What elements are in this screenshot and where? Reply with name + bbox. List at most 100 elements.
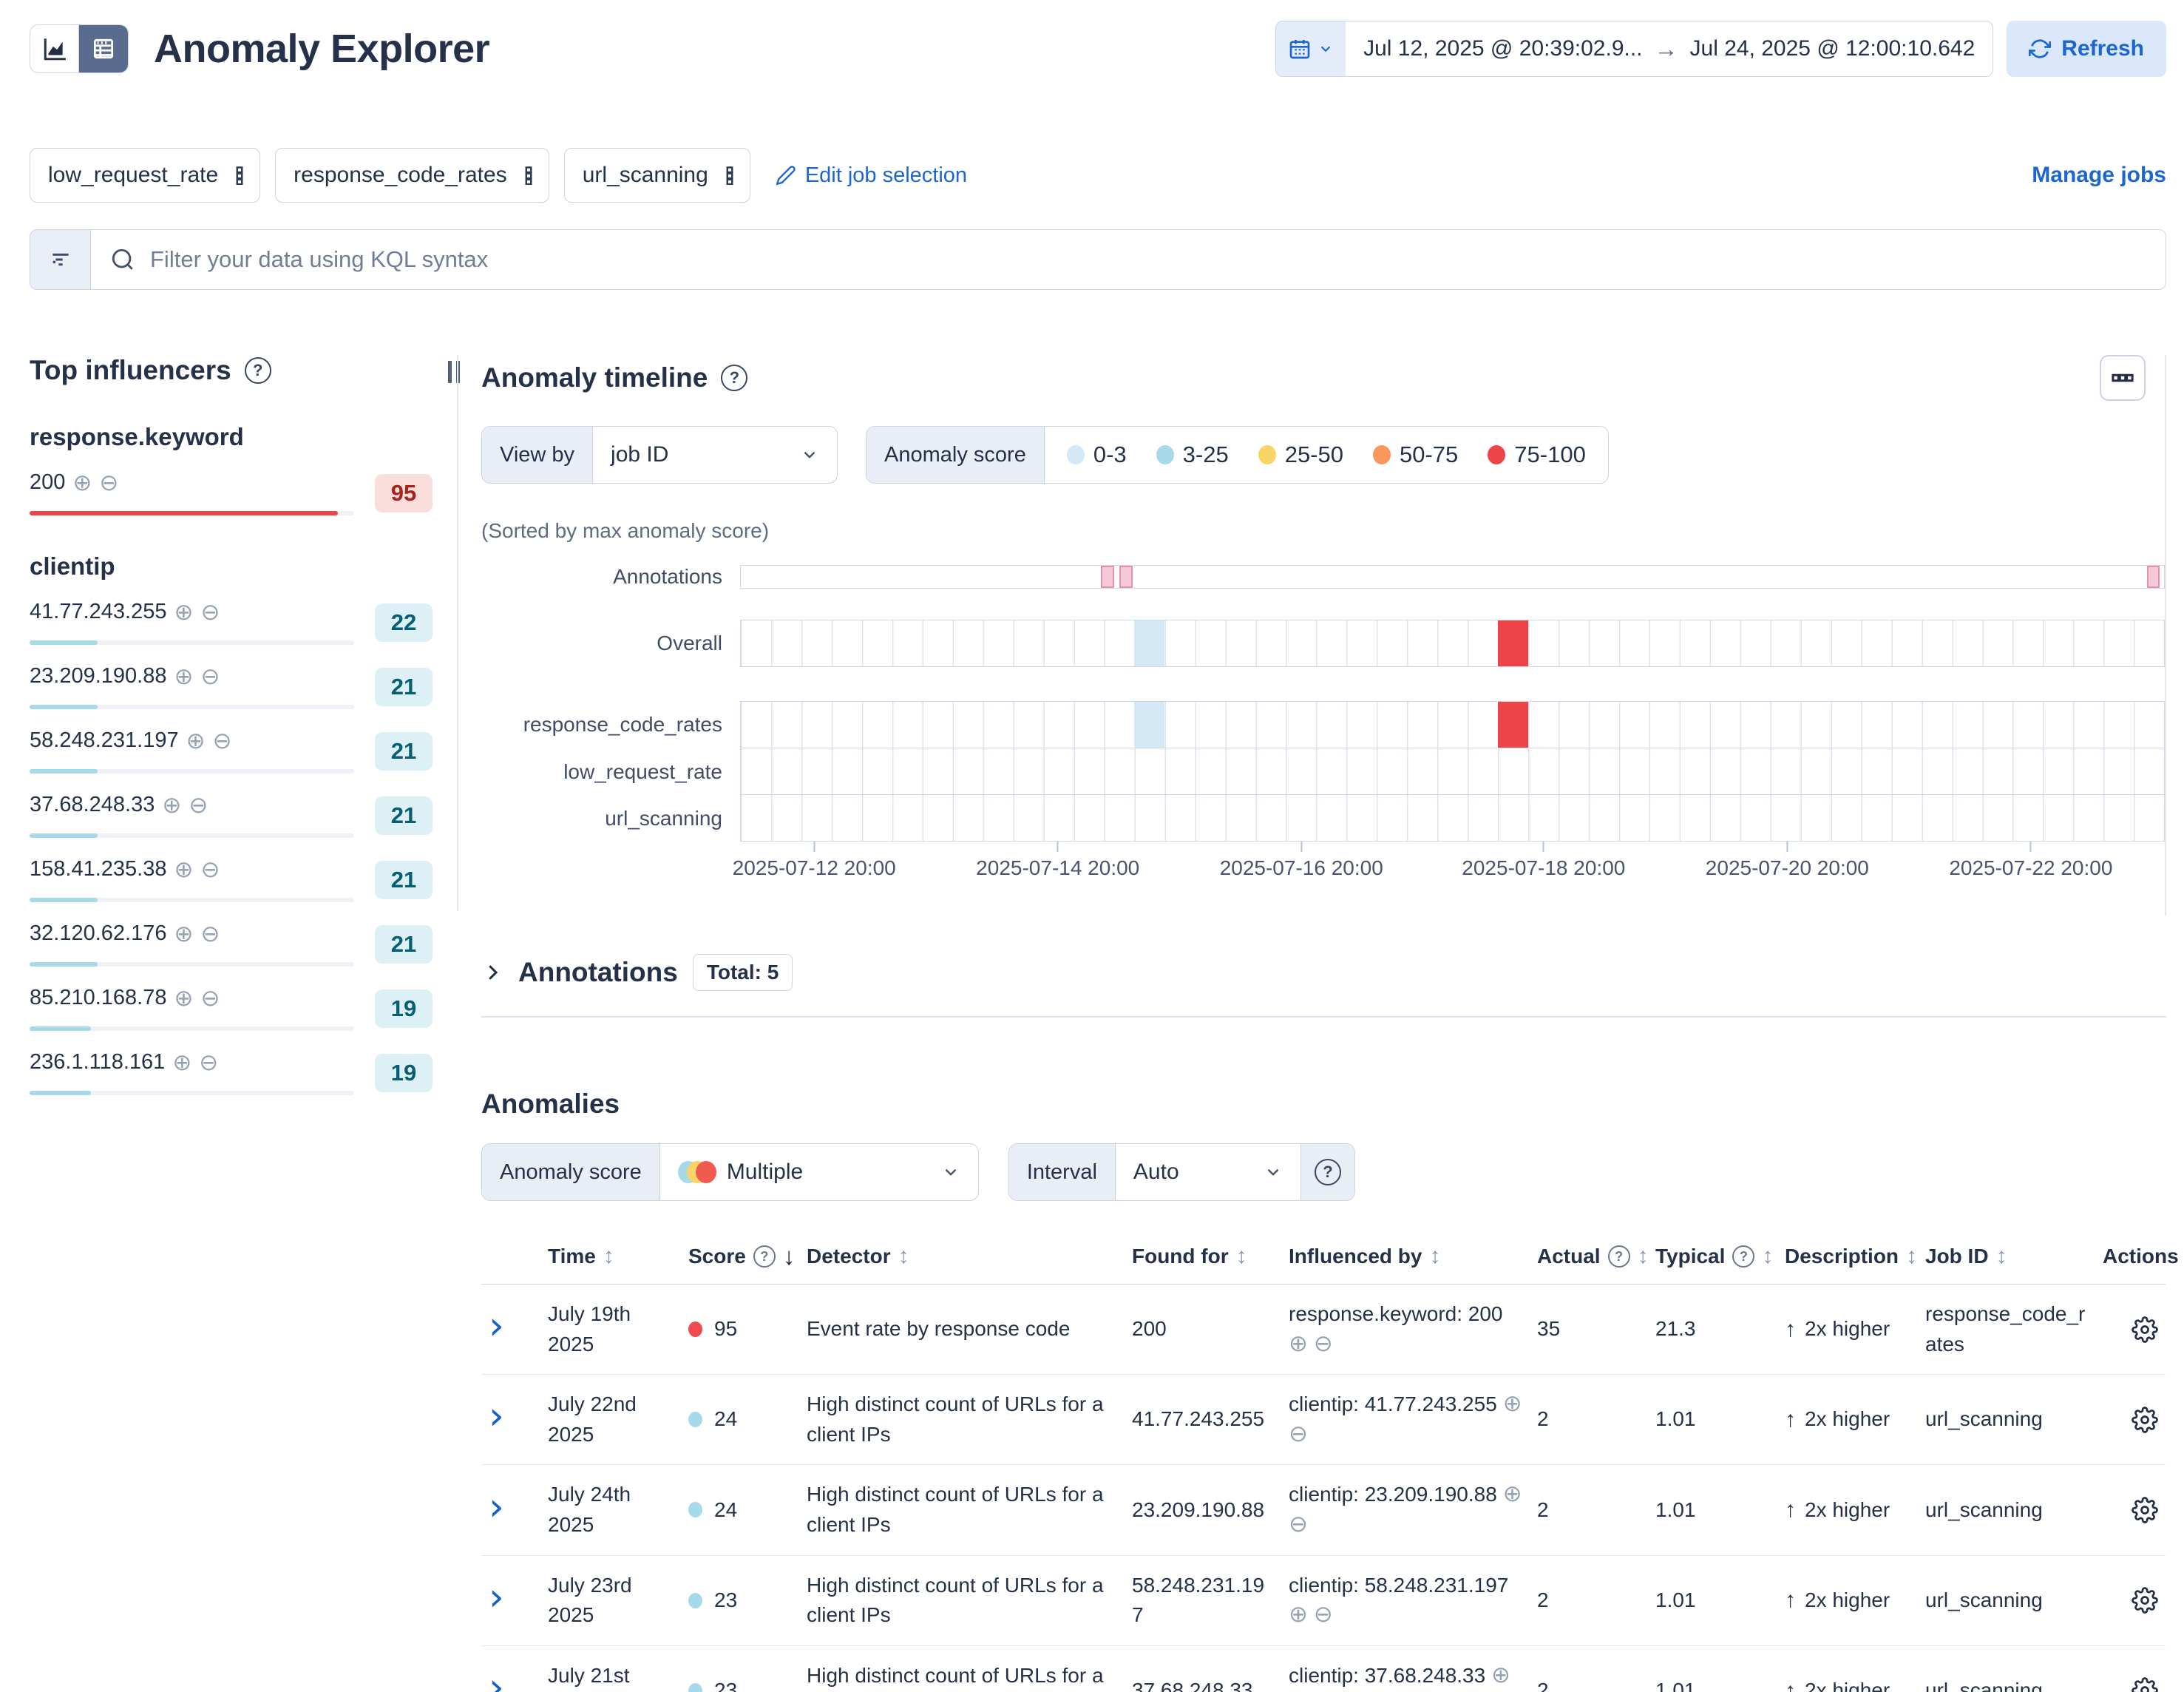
sort-icon[interactable] (1906, 1245, 1917, 1268)
influencer-value[interactable]: 32.120.62.176 (30, 921, 166, 946)
date-picker-quick-select[interactable] (1276, 21, 1346, 76)
sort-icon[interactable] (1996, 1245, 2007, 1268)
anomaly-cell[interactable] (1498, 702, 1528, 748)
panel-resize-divider[interactable] (433, 355, 481, 1692)
help-icon[interactable]: ? (1315, 1159, 1341, 1185)
anomaly-cell[interactable] (1498, 620, 1528, 666)
date-range-values[interactable]: Jul 12, 2025 @ 20:39:02.9... → Jul 24, 2… (1346, 21, 1993, 76)
view-by-select[interactable]: job ID (593, 427, 837, 483)
sort-icon[interactable] (1429, 1245, 1440, 1268)
filter-plus-icon[interactable]: ⊕ (174, 665, 193, 688)
kebab-menu-icon[interactable] (519, 166, 538, 185)
row-actions-button[interactable] (2132, 1587, 2158, 1614)
interval-select[interactable]: Auto (1116, 1144, 1300, 1200)
column-header[interactable]: Time ? (540, 1232, 681, 1285)
filter-minus-icon[interactable]: ⊖ (1289, 1511, 1308, 1537)
response-code-rates-lane[interactable] (740, 701, 2165, 748)
filter-plus-icon[interactable]: ⊕ (1289, 1330, 1308, 1356)
edit-job-selection-link[interactable]: Edit job selection (776, 163, 967, 188)
sort-icon[interactable] (603, 1245, 614, 1268)
influencer-value[interactable]: 37.68.248.33 (30, 793, 155, 817)
timeline-options-button[interactable] (2100, 355, 2146, 401)
expand-row-icon[interactable]: › (489, 1304, 504, 1348)
filter-plus-icon[interactable]: ⊕ (162, 793, 181, 816)
job-badge[interactable]: url_scanning (564, 148, 750, 203)
chevron-right-icon[interactable] (481, 961, 503, 984)
filter-plus-icon[interactable]: ⊕ (186, 729, 206, 752)
filter-plus-icon[interactable]: ⊕ (1503, 1480, 1522, 1506)
filter-plus-icon[interactable]: ⊕ (1503, 1390, 1522, 1416)
filter-plus-icon[interactable]: ⊕ (1491, 1662, 1510, 1688)
row-actions-button[interactable] (2132, 1497, 2158, 1523)
column-header[interactable]: Description ? (1777, 1232, 1918, 1285)
date-start[interactable]: Jul 12, 2025 @ 20:39:02.9... (1363, 36, 1642, 61)
influencer-value[interactable]: 23.209.190.88 (30, 664, 166, 688)
help-icon[interactable]: ? (753, 1245, 776, 1268)
column-header[interactable]: Found for ? (1125, 1232, 1281, 1285)
filter-minus-icon[interactable]: ⊖ (200, 987, 220, 1009)
anomaly-cell[interactable] (1134, 702, 1164, 748)
column-header[interactable]: Influenced by ? (1281, 1232, 1530, 1285)
filter-plus-icon[interactable]: ⊕ (174, 922, 193, 945)
annotations-title[interactable]: Annotations (518, 957, 678, 988)
filter-minus-icon[interactable]: ⊖ (1314, 1330, 1333, 1356)
sort-icon[interactable] (898, 1245, 909, 1268)
url-scanning-lane[interactable] (740, 794, 2165, 842)
date-range-picker[interactable]: Jul 12, 2025 @ 20:39:02.9... → Jul 24, 2… (1275, 21, 1993, 77)
filter-plus-icon[interactable]: ⊕ (1289, 1601, 1308, 1627)
filter-plus-icon[interactable]: ⊕ (174, 858, 193, 881)
annotations-lane[interactable] (740, 565, 2165, 589)
annotation-marker[interactable] (1101, 566, 1114, 588)
job-badge[interactable]: response_code_rates (275, 148, 549, 203)
filter-plus-icon[interactable]: ⊕ (72, 471, 92, 494)
filter-minus-icon[interactable]: ⊖ (213, 729, 232, 752)
filter-minus-icon[interactable]: ⊖ (99, 471, 118, 494)
influencer-value[interactable]: 158.41.235.38 (30, 857, 166, 881)
filter-minus-icon[interactable]: ⊖ (199, 1051, 218, 1074)
expand-row-icon[interactable]: › (489, 1485, 504, 1529)
filter-options-button[interactable] (30, 230, 91, 289)
chart-view-button[interactable] (30, 25, 79, 72)
filter-plus-icon[interactable]: ⊕ (174, 987, 193, 1009)
annotation-marker[interactable] (2147, 566, 2160, 588)
kebab-menu-icon[interactable] (720, 166, 739, 185)
influencer-value[interactable]: 58.248.231.197 (30, 728, 179, 753)
sort-icon[interactable] (783, 1244, 796, 1269)
column-header[interactable]: Typical ? (1648, 1232, 1777, 1285)
filter-minus-icon[interactable]: ⊖ (200, 922, 220, 945)
low-request-rate-lane[interactable] (740, 748, 2165, 795)
influencer-value[interactable]: 85.210.168.78 (30, 986, 166, 1010)
column-header[interactable]: Score ? (681, 1232, 799, 1285)
filter-plus-icon[interactable]: ⊕ (174, 600, 193, 623)
sort-icon[interactable] (1638, 1245, 1649, 1268)
anomaly-cell[interactable] (1134, 620, 1164, 666)
expand-row-icon[interactable]: › (489, 1575, 504, 1620)
help-icon[interactable]: ? (1608, 1245, 1630, 1268)
row-actions-button[interactable] (2132, 1677, 2158, 1692)
filter-minus-icon[interactable]: ⊖ (189, 793, 208, 816)
job-badge[interactable]: low_request_rate (30, 148, 260, 203)
score-threshold-select[interactable]: Multiple (660, 1144, 978, 1200)
row-actions-button[interactable] (2132, 1407, 2158, 1433)
manage-jobs-link[interactable]: Manage jobs (2032, 163, 2166, 188)
expand-row-icon[interactable]: › (489, 1665, 504, 1692)
column-header[interactable]: Actions ? (2095, 1232, 2166, 1285)
sort-icon[interactable] (1236, 1245, 1247, 1268)
table-view-button[interactable] (79, 25, 128, 72)
help-icon[interactable]: ? (1732, 1245, 1754, 1268)
influencer-value[interactable]: 200 (30, 470, 65, 495)
filter-minus-icon[interactable]: ⊖ (1314, 1601, 1333, 1627)
filter-minus-icon[interactable]: ⊖ (200, 600, 220, 623)
kebab-menu-icon[interactable] (230, 166, 249, 185)
row-actions-button[interactable] (2132, 1316, 2158, 1343)
filter-minus-icon[interactable]: ⊖ (200, 858, 220, 881)
influencer-value[interactable]: 236.1.118.161 (30, 1050, 165, 1075)
filter-minus-icon[interactable]: ⊖ (200, 665, 220, 688)
overall-lane[interactable] (740, 620, 2165, 667)
help-icon[interactable]: ? (721, 365, 747, 391)
column-header[interactable]: Detector ? (799, 1232, 1125, 1285)
help-icon[interactable]: ? (245, 357, 271, 384)
kql-search-input[interactable] (150, 246, 2146, 273)
column-header[interactable]: Actual ? (1530, 1232, 1648, 1285)
filter-minus-icon[interactable]: ⊖ (1289, 1421, 1308, 1446)
